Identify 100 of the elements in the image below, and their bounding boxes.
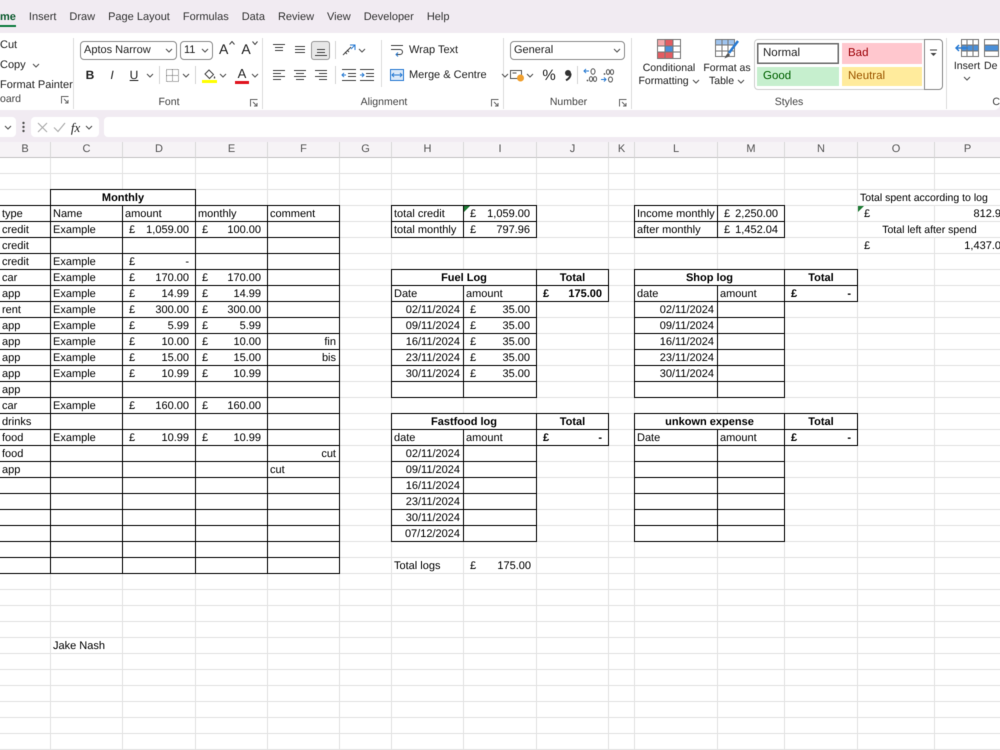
bold-button[interactable]: B bbox=[80, 65, 100, 85]
ribbon-tab[interactable]: View bbox=[327, 10, 351, 27]
currency-symbol: £ bbox=[791, 431, 798, 445]
increase-decimal-icon[interactable] bbox=[583, 68, 598, 82]
cut-button[interactable]: Cut bbox=[0, 35, 69, 55]
increase-font-size-button[interactable]: A bbox=[219, 41, 236, 59]
table-cell: app bbox=[0, 286, 51, 302]
accounting-format-icon[interactable] bbox=[510, 68, 524, 82]
column-header[interactable]: H bbox=[392, 142, 464, 158]
column-header[interactable]: G bbox=[340, 142, 392, 158]
table-cell bbox=[51, 382, 123, 398]
table-cell: rent bbox=[0, 302, 51, 318]
column-header[interactable]: M bbox=[718, 142, 785, 158]
ribbon-tab[interactable]: Help bbox=[426, 10, 450, 27]
column-header[interactable]: J bbox=[537, 142, 609, 158]
ribbon-tab[interactable]: Draw bbox=[69, 10, 96, 27]
column-header[interactable]: E bbox=[196, 142, 268, 158]
cell-style-option[interactable]: Bad bbox=[842, 43, 922, 64]
column-header[interactable]: L bbox=[635, 142, 718, 158]
decrease-decimal-icon[interactable] bbox=[600, 68, 615, 82]
copy-button[interactable]: Copy bbox=[0, 55, 69, 75]
column-header[interactable]: C bbox=[51, 142, 123, 158]
font-size-dropdown[interactable]: 11 bbox=[180, 40, 213, 60]
insert-function-button[interactable]: fx bbox=[70, 120, 80, 134]
cell-style-option[interactable]: Neutral bbox=[842, 67, 922, 86]
wrap-text-button[interactable]: Wrap Text bbox=[390, 38, 509, 62]
align-bottom-button[interactable] bbox=[311, 40, 330, 60]
table-cell bbox=[718, 382, 785, 398]
table-cell bbox=[196, 446, 268, 462]
ribbon-tab[interactable]: me bbox=[0, 10, 16, 27]
comma-style-icon[interactable] bbox=[564, 69, 572, 81]
merge-centre-button[interactable]: Merge & Centre bbox=[390, 62, 487, 88]
caret-icon[interactable] bbox=[358, 48, 366, 52]
number-format-dropdown[interactable]: General bbox=[510, 40, 625, 60]
ribbon-tab[interactable]: Formulas bbox=[182, 10, 229, 27]
caret-icon bbox=[165, 48, 173, 52]
percent-style-button[interactable]: % bbox=[540, 65, 558, 85]
table-cell bbox=[0, 494, 51, 510]
decrease-font-size-button[interactable]: A bbox=[241, 41, 258, 59]
header-cell: Total bbox=[785, 413, 858, 430]
italic-button[interactable]: I bbox=[102, 65, 122, 85]
currency-symbol: £ bbox=[470, 223, 476, 237]
amount-value: 170.00 bbox=[155, 271, 189, 285]
currency-symbol: £ bbox=[470, 335, 476, 349]
dialog-launcher-icon[interactable] bbox=[619, 98, 627, 107]
ribbon-tab[interactable]: Data bbox=[242, 10, 265, 27]
title-cell: Fuel Log bbox=[391, 269, 537, 286]
header-cell: monthly bbox=[196, 205, 268, 222]
ribbon-tab[interactable]: Page Layout bbox=[108, 10, 170, 27]
column-header[interactable]: P bbox=[935, 142, 1000, 158]
worksheet-grid[interactable] bbox=[0, 158, 1000, 750]
column-header[interactable]: N bbox=[785, 142, 858, 158]
caret-icon[interactable] bbox=[526, 72, 534, 78]
font-name-dropdown[interactable]: Aptos Narrow bbox=[80, 40, 177, 60]
dialog-launcher-icon[interactable] bbox=[61, 96, 69, 104]
caret-icon[interactable] bbox=[219, 72, 227, 78]
orientation-icon[interactable] bbox=[341, 43, 356, 57]
caret-icon[interactable] bbox=[182, 72, 190, 78]
currency-symbol: £ bbox=[202, 431, 208, 445]
column-header[interactable]: D bbox=[123, 142, 196, 158]
column-header[interactable]: O bbox=[858, 142, 935, 158]
conditional-formatting-button[interactable]: Conditional Formatting bbox=[636, 38, 702, 92]
amount-value: 10.00 bbox=[233, 335, 261, 349]
column-header[interactable]: B bbox=[0, 142, 51, 158]
format-as-table-button[interactable]: Format as Table bbox=[702, 38, 752, 92]
table-cell: 09/11/2024 bbox=[391, 318, 464, 334]
ribbon-tab[interactable]: Insert bbox=[28, 10, 56, 27]
caret-icon[interactable] bbox=[251, 72, 259, 78]
borders-icon[interactable] bbox=[165, 68, 180, 82]
underline-button[interactable]: U bbox=[124, 65, 144, 85]
ribbon-tab[interactable]: Developer bbox=[364, 10, 414, 27]
table-cell bbox=[196, 382, 268, 398]
group-label: C bbox=[992, 95, 1000, 110]
decrease-indent-icon[interactable] bbox=[341, 68, 357, 82]
more-options-icon[interactable] bbox=[22, 121, 25, 133]
column-header[interactable]: F bbox=[268, 142, 340, 158]
fill-bucket-icon[interactable] bbox=[201, 67, 217, 83]
table-cell bbox=[196, 558, 268, 574]
table-cell bbox=[268, 286, 340, 302]
table-cell: 23/11/2024 bbox=[391, 350, 464, 366]
cell-style-option[interactable]: Normal bbox=[757, 43, 839, 64]
insert-cells-icon bbox=[955, 39, 979, 57]
name-box[interactable] bbox=[0, 117, 16, 137]
more-styles-button[interactable] bbox=[924, 39, 943, 90]
amount-value: 14.99 bbox=[161, 287, 189, 301]
cell-style-option[interactable]: Good bbox=[757, 67, 839, 86]
delete-cells-button[interactable]: De bbox=[984, 38, 999, 92]
ribbon-tab[interactable]: Review bbox=[278, 10, 314, 27]
insert-cells-button[interactable]: Insert bbox=[950, 38, 984, 92]
dialog-launcher-icon[interactable] bbox=[250, 98, 258, 107]
font-color-button[interactable]: A bbox=[235, 66, 249, 84]
column-header[interactable]: K bbox=[609, 142, 635, 158]
caret-icon[interactable] bbox=[146, 72, 154, 78]
column-header[interactable]: I bbox=[464, 142, 537, 158]
table-cell bbox=[718, 334, 785, 350]
dialog-launcher-icon[interactable] bbox=[491, 98, 499, 107]
increase-indent-icon[interactable] bbox=[359, 68, 375, 82]
currency-symbol: £ bbox=[791, 287, 798, 301]
caret-icon[interactable] bbox=[85, 124, 94, 130]
caret-icon[interactable] bbox=[500, 72, 509, 78]
